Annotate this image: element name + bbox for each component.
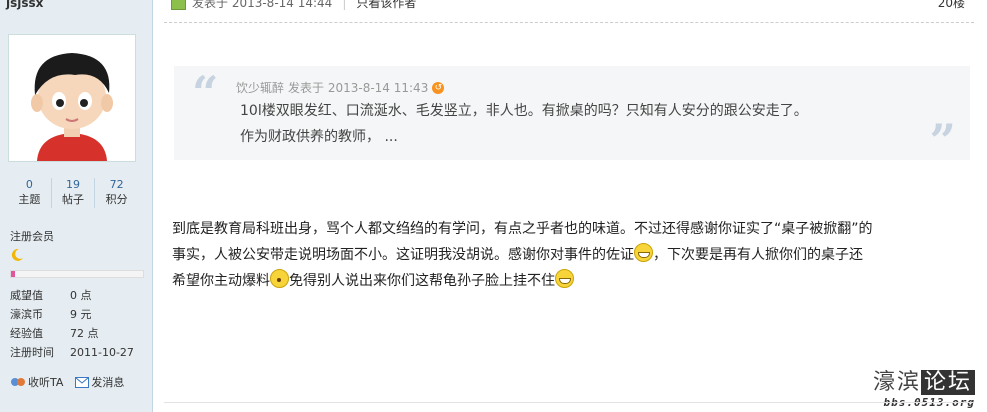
online-status-icon xyxy=(171,0,186,10)
info-value: 9 元 xyxy=(70,308,92,321)
divider: | xyxy=(342,0,347,10)
send-message-button[interactable]: 发消息 xyxy=(75,374,124,390)
post-text-line: 到底是教育局科班出身，骂个人都文绉绉的有学问，有点之乎者也的味道。不过还得感谢你… xyxy=(172,221,873,237)
info-value: 72 点 xyxy=(70,327,99,340)
user-actions: 收听TA 发消息 xyxy=(10,374,124,390)
stat-value: 0 xyxy=(25,178,33,191)
post-meta-bar: 发表于 2013-8-14 14:44 | 只看该作者 xyxy=(171,0,416,11)
watermark-name: 濠滨 xyxy=(872,370,921,395)
info-row: 威望值 0 点 xyxy=(10,286,134,305)
quote-text-line: 作为财政供养的教师， ... xyxy=(240,129,398,145)
user-stats: 0 主题 19 帖子 72 积分 xyxy=(8,178,138,208)
post-text: 免得别人说出来你们这帮龟孙子脸上挂不住 xyxy=(289,273,555,289)
user-sidebar: jsjssx 0 主题 19 帖子 72 积分 注册会员 威望值 0 点 濠滨币… xyxy=(0,0,153,412)
username[interactable]: jsjssx xyxy=(6,0,43,10)
level-progress-fill xyxy=(11,271,15,277)
quote-open-icon: “ xyxy=(192,66,219,120)
quote-time: 发表于 2013-8-14 11:43 xyxy=(288,81,429,95)
post-time: 发表于 2013-8-14 14:44 xyxy=(192,0,333,10)
watermark-title: 濠滨 论坛 xyxy=(873,364,975,396)
post-text-line: 事实，人被公安带走说明场面不小。这证明我没胡说。感谢你对事件的佐证 ，下次要是再有… xyxy=(172,242,972,268)
info-row: 注册时间 2011-10-27 xyxy=(10,343,134,362)
follow-button[interactable]: 收听TA xyxy=(10,374,63,390)
view-author-only-link[interactable]: 只看该作者 xyxy=(356,0,416,11)
info-key: 经验值 xyxy=(10,327,43,340)
info-row: 濠滨币 9 元 xyxy=(10,305,134,324)
watermark-box: 论坛 xyxy=(920,370,975,395)
info-key: 濠滨币 xyxy=(10,308,43,321)
quote-block: “ 饮少辄醉 发表于 2013-8-14 11:43 ↺ 10l楼双眼发红、口流… xyxy=(174,66,970,168)
user-group[interactable]: 注册会员 xyxy=(10,228,54,244)
quote-close-icon: ” xyxy=(929,114,956,168)
floor-number[interactable]: 20楼 xyxy=(938,0,965,11)
quote-author: 饮少辄醉 xyxy=(236,81,285,95)
quote-meta: 饮少辄醉 发表于 2013-8-14 11:43 ↺ xyxy=(236,79,445,96)
stat-label: 积分 xyxy=(105,193,128,206)
grin-emoticon-icon xyxy=(555,269,574,288)
post-body: 到底是教育局科班出身，骂个人都文绉绉的有学问，有点之乎者也的味道。不过还得感谢你… xyxy=(172,216,972,294)
divider xyxy=(164,22,974,23)
divider xyxy=(164,402,974,403)
jump-to-post-icon[interactable]: ↺ xyxy=(432,81,445,94)
stat-points[interactable]: 72 积分 xyxy=(95,178,138,208)
quote-text-line: 10l楼双眼发红、口流涎水、毛发竖立，非人也。有掀桌的吗？只知有人安分的跟公安走… xyxy=(240,103,808,119)
post-text: 事实，人被公安带走说明场面不小。这证明我没胡说。感谢你对事件的佐证 xyxy=(172,247,634,263)
level-progress-bar xyxy=(10,270,144,278)
info-key: 威望值 xyxy=(10,289,43,302)
info-row: 经验值 72 点 xyxy=(10,324,134,343)
moon-icon xyxy=(11,248,23,261)
post-text-line: 希望你主动爆料 免得别人说出来你们这帮龟孙子脸上挂不住 xyxy=(172,268,972,294)
follow-icon xyxy=(11,378,25,386)
user-info: 威望值 0 点 濠滨币 9 元 经验值 72 点 注册时间 2011-10-27 xyxy=(10,286,134,362)
avatar[interactable] xyxy=(8,34,136,162)
stat-posts[interactable]: 19 帖子 xyxy=(52,178,96,208)
stat-label: 帖子 xyxy=(62,193,84,206)
stat-value: 72 xyxy=(109,178,124,191)
info-key: 注册时间 xyxy=(10,346,54,359)
info-value: 0 点 xyxy=(70,289,92,302)
stat-value: 19 xyxy=(66,178,80,191)
info-value: 2011-10-27 xyxy=(70,346,134,359)
send-message-label: 发消息 xyxy=(91,376,125,389)
follow-label: 收听TA xyxy=(28,376,64,389)
surprised-emoticon-icon xyxy=(270,269,289,288)
avatar-image xyxy=(9,35,135,161)
stat-label: 主题 xyxy=(18,193,41,206)
envelope-icon xyxy=(75,376,90,388)
grin-emoticon-icon xyxy=(634,243,653,262)
stat-threads[interactable]: 0 主题 xyxy=(8,178,52,208)
post-text: 希望你主动爆料 xyxy=(172,273,270,289)
post-text: ，下次要是再有人掀你们的桌子还 xyxy=(653,247,863,263)
